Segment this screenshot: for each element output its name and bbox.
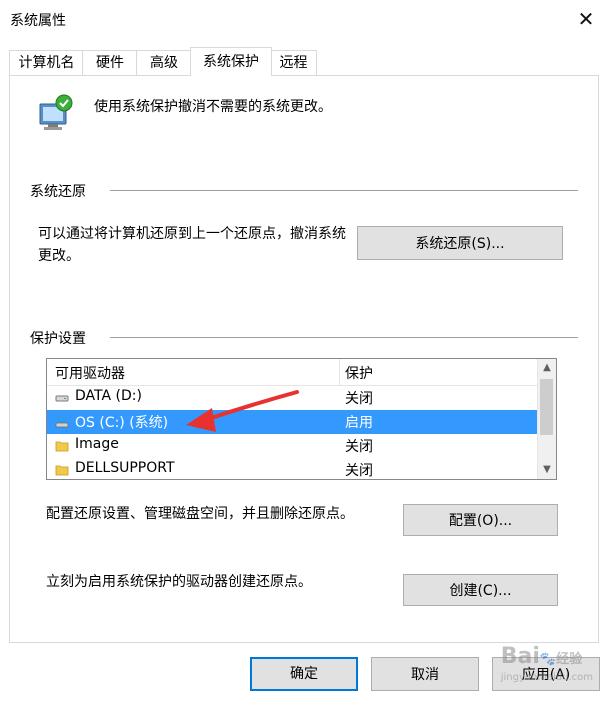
drive-name: Image (75, 436, 119, 452)
protection-divider (110, 337, 578, 338)
drive-name: DELLSUPPORT (75, 460, 175, 476)
title-bar: 系统属性 ✕ (0, 0, 613, 38)
close-icon[interactable]: ✕ (571, 5, 601, 33)
listbox-scrollbar[interactable]: ▲ ▼ (537, 359, 556, 479)
drives-list-header: 可用驱动器 保护 (47, 359, 537, 386)
column-divider (339, 359, 340, 385)
tab-system-protection[interactable]: 系统保护 (190, 47, 272, 76)
windows-drive-icon (55, 416, 69, 428)
drive-protection-status: 关闭 (345, 391, 373, 407)
watermark-brand: Bai (500, 644, 540, 669)
watermark-brand-suffix: 经验 (556, 652, 583, 667)
folder-icon (55, 465, 69, 476)
folder-icon (55, 441, 69, 452)
drive-row-dellsupport[interactable]: DELLSUPPORT 关闭 (47, 458, 537, 479)
header-description: 使用系统保护撤消不需要的系统更改。 (94, 99, 332, 115)
system-restore-button[interactable]: 系统还原(S)... (357, 226, 563, 260)
tab-computer-name[interactable]: 计算机名 (9, 50, 84, 75)
column-header-drives[interactable]: 可用驱动器 (55, 363, 125, 383)
create-description: 立刻为启用系统保护的驱动器创建还原点。 (46, 574, 312, 590)
baidu-watermark: Bai🐾经验 jingyan.baidu.com (501, 644, 593, 684)
scroll-up-icon[interactable]: ▲ (538, 359, 556, 377)
column-header-protection[interactable]: 保护 (345, 363, 373, 383)
tab-panel: 使用系统保护撤消不需要的系统更改。 系统还原 可以通过将计算机还原到上一个还原点… (9, 75, 599, 643)
scrollbar-thumb[interactable] (540, 379, 553, 435)
system-protection-icon (39, 94, 73, 130)
watermark-url: jingyan.baidu.com (500, 672, 593, 683)
tab-advanced[interactable]: 高级 (136, 50, 192, 75)
drive-icon (55, 395, 69, 402)
configure-button[interactable]: 配置(O)... (403, 504, 558, 536)
drive-protection-status: 关闭 (345, 439, 373, 455)
tab-remote[interactable]: 远程 (270, 50, 317, 75)
tab-hardware[interactable]: 硬件 (82, 50, 138, 75)
drive-protection-status: 启用 (345, 415, 373, 431)
window-title: 系统属性 (10, 13, 66, 29)
drive-name: OS (C:) (系统) (75, 415, 169, 431)
configure-description: 配置还原设置、管理磁盘空间，并且删除还原点。 (46, 506, 354, 522)
scroll-down-icon[interactable]: ▼ (538, 461, 556, 479)
restore-divider (110, 190, 578, 191)
restore-description: 可以通过将计算机还原到上一个还原点，撤消系统更改。 (38, 226, 346, 264)
restore-section-title: 系统还原 (30, 181, 92, 201)
drives-listbox[interactable]: 可用驱动器 保护 DATA (D:) 关闭 OS (C:) (系统) 启用 Im… (46, 358, 557, 480)
drive-protection-status: 关闭 (345, 463, 373, 479)
drive-name: DATA (D:) (75, 388, 142, 404)
ok-button[interactable]: 确定 (250, 657, 358, 691)
paw-icon: 🐾 (539, 652, 557, 667)
drive-row-image[interactable]: Image 关闭 (47, 434, 537, 458)
drive-row-os[interactable]: OS (C:) (系统) 启用 (47, 410, 537, 434)
cancel-button[interactable]: 取消 (371, 657, 479, 691)
create-button[interactable]: 创建(C)... (403, 574, 558, 606)
protection-section-title: 保护设置 (30, 328, 92, 348)
drive-row-data[interactable]: DATA (D:) 关闭 (47, 386, 537, 410)
